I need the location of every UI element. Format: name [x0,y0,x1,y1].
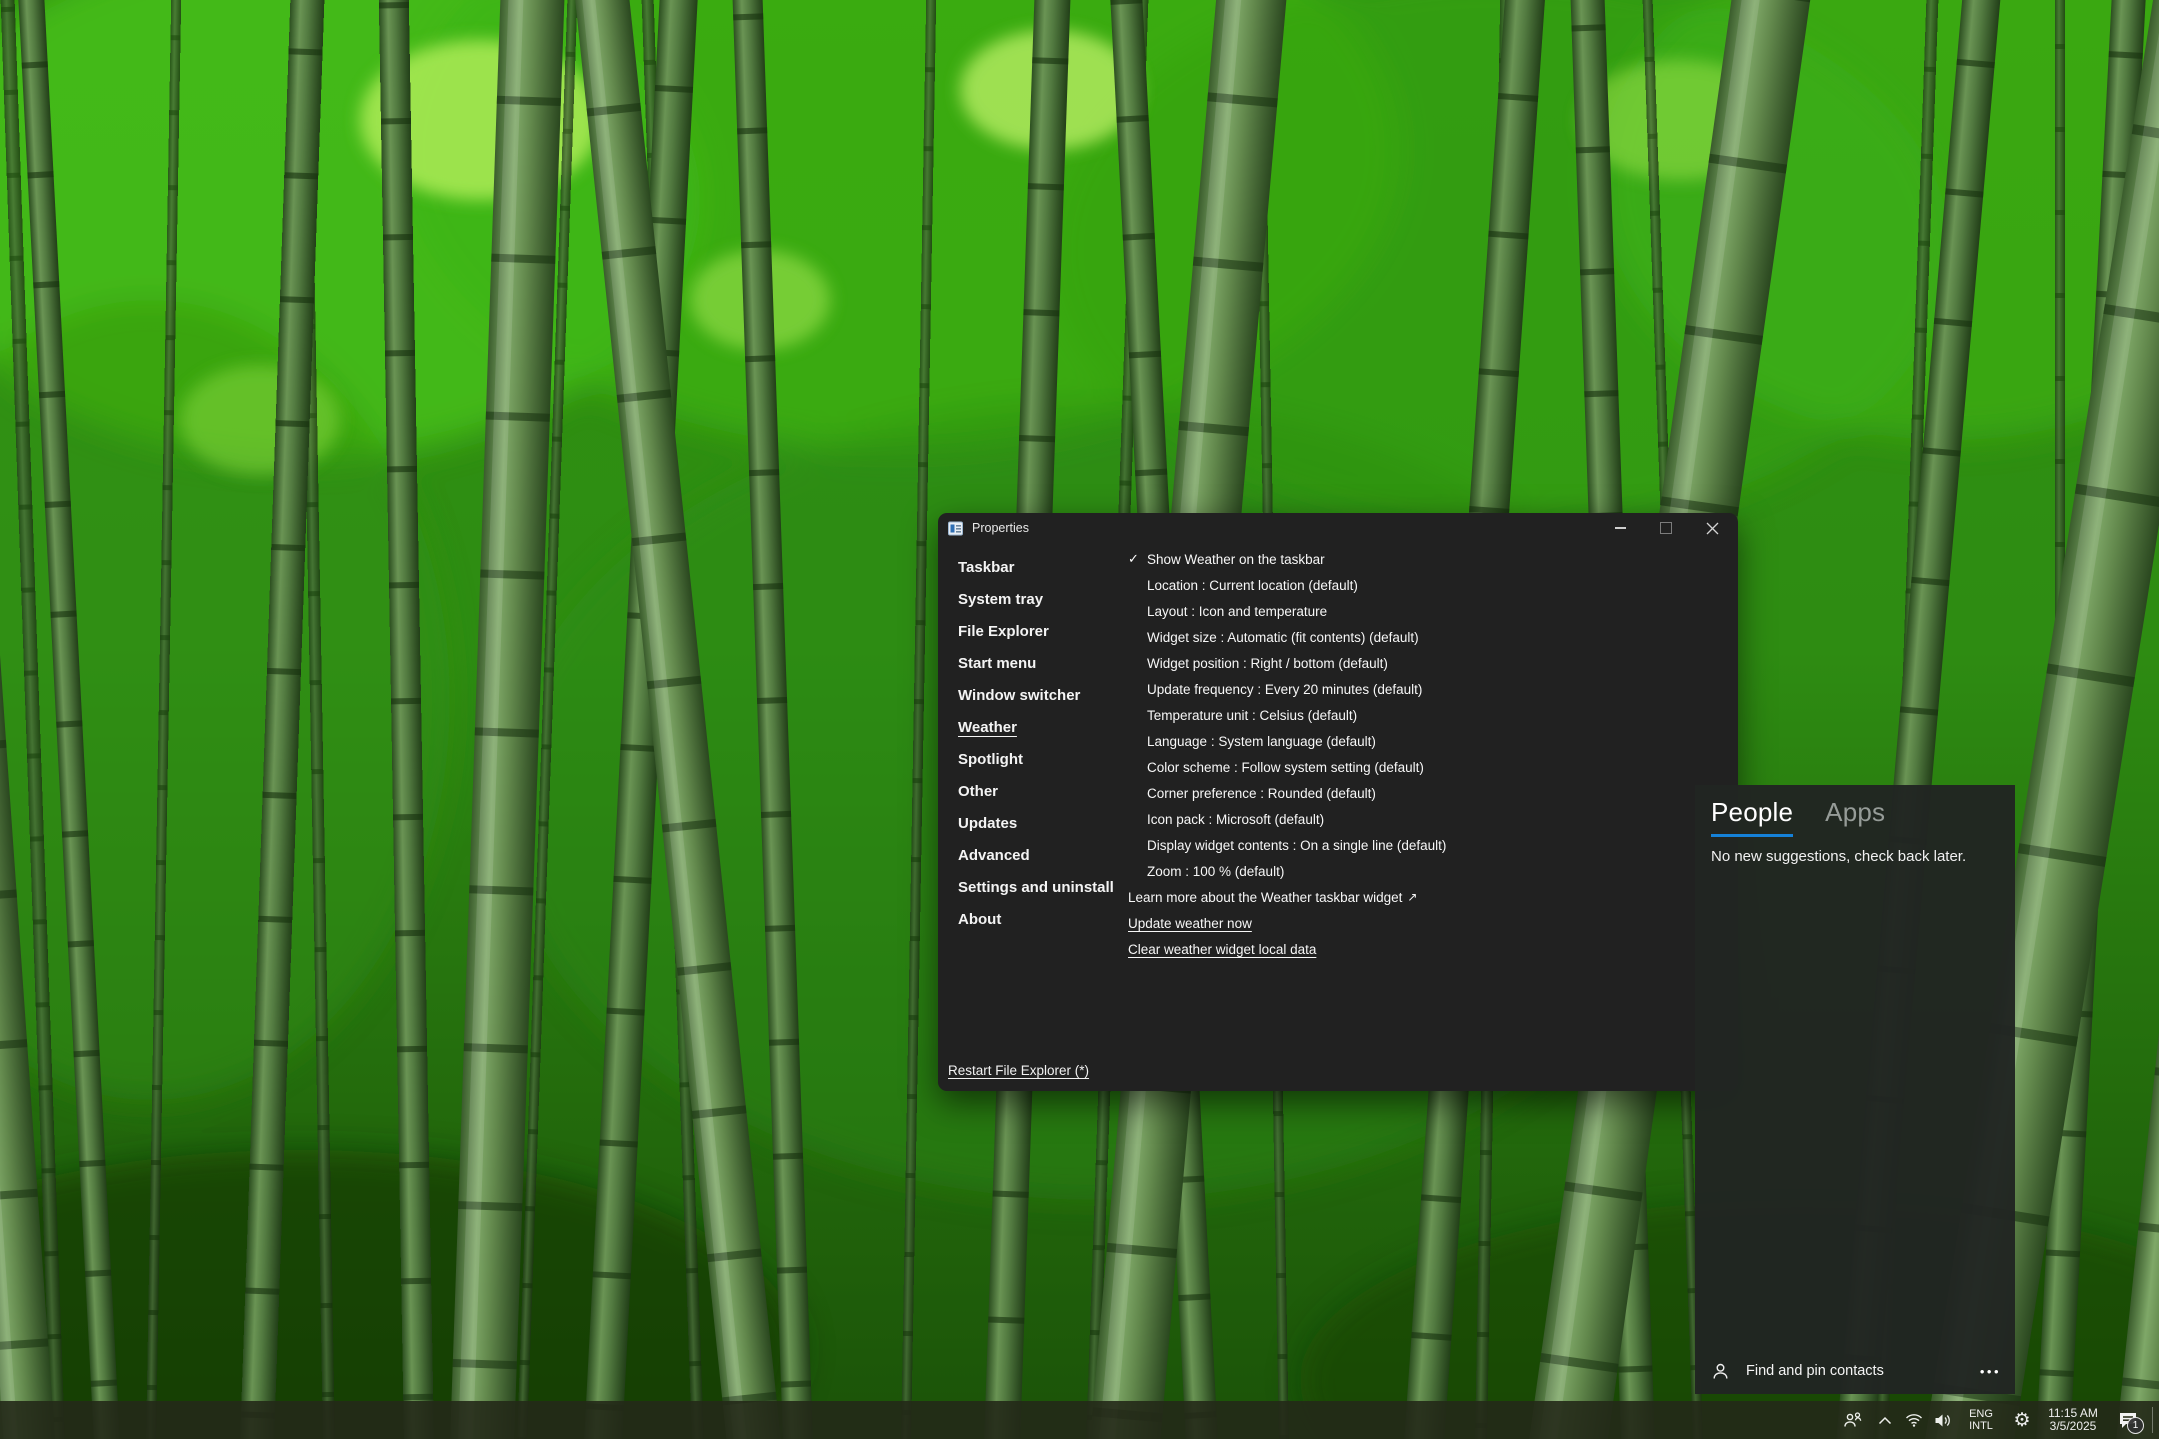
maximize-icon [1660,522,1672,534]
app-icon [948,521,963,536]
setting-layout[interactable]: Layout : Icon and temperature [1128,598,1718,624]
system-tray: ENG INTL ⚙ 11:15 AM 3/5/2025 1 [1836,1401,2159,1439]
taskbar[interactable]: ENG INTL ⚙ 11:15 AM 3/5/2025 1 [0,1401,2159,1439]
setting-update-frequency[interactable]: Update frequency : Every 20 minutes (def… [1128,676,1718,702]
check-icon: ✓ [1128,546,1139,572]
person-icon [1711,1362,1730,1381]
properties-window: Properties Taskbar System tray File Expl… [938,513,1738,1091]
people-bar-icon [1842,1411,1864,1429]
restart-file-explorer-link[interactable]: Restart File Explorer (*) [948,1063,1089,1078]
clock-date: 3/5/2025 [2050,1420,2097,1433]
close-icon [1706,522,1719,535]
close-button[interactable] [1689,513,1735,543]
tab-people[interactable]: People [1711,797,1793,837]
weather-settings-panel: ✓ Show Weather on the taskbar Location :… [1128,546,1718,962]
action-center-button[interactable]: 1 [2106,1401,2150,1439]
setting-icon-pack[interactable]: Icon pack : Microsoft (default) [1128,806,1718,832]
network-button[interactable] [1900,1401,1928,1439]
gear-icon: ⚙ [2013,1409,2030,1432]
notification-badge: 1 [2127,1417,2144,1434]
find-and-pin-contacts[interactable]: Find and pin contacts ••• [1695,1348,2015,1394]
minimize-button[interactable] [1597,513,1643,543]
chevron-up-icon [1878,1416,1892,1425]
setting-corner-preference[interactable]: Corner preference : Rounded (default) [1128,780,1718,806]
more-options-icon[interactable]: ••• [1980,1364,2001,1379]
window-title: Properties [972,521,1029,535]
wifi-icon [1905,1413,1923,1427]
setting-temperature-unit[interactable]: Temperature unit : Celsius (default) [1128,702,1718,728]
external-link-icon: ↗ [1407,890,1417,904]
maximize-button[interactable] [1643,513,1689,543]
minimize-icon [1615,527,1626,529]
volume-button[interactable] [1928,1401,1958,1439]
people-empty-message: No new suggestions, check back later. [1711,848,1966,865]
people-flyout: People Apps No new suggestions, check ba… [1695,785,2015,1394]
setting-location[interactable]: Location : Current location (default) [1128,572,1718,598]
setting-widget-size[interactable]: Widget size : Automatic (fit contents) (… [1128,624,1718,650]
tab-apps[interactable]: Apps [1825,797,1885,837]
show-desktop-button[interactable] [2152,1407,2159,1433]
setting-widget-position[interactable]: Widget position : Right / bottom (defaul… [1128,650,1718,676]
setting-language[interactable]: Language : System language (default) [1128,728,1718,754]
setting-display-widget-contents[interactable]: Display widget contents : On a single li… [1128,832,1718,858]
clear-weather-data-link[interactable]: Clear weather widget local data [1128,936,1718,962]
learn-more-link[interactable]: Learn more about the Weather taskbar wid… [1128,884,1718,910]
ime-settings-button[interactable]: ⚙ [2004,1401,2040,1439]
people-tabs: People Apps [1711,797,1885,837]
setting-zoom[interactable]: Zoom : 100 % (default) [1128,858,1718,884]
setting-color-scheme[interactable]: Color scheme : Follow system setting (de… [1128,754,1718,780]
clock[interactable]: 11:15 AM 3/5/2025 [2040,1401,2106,1439]
speaker-icon [1934,1413,1952,1428]
desktop: Properties Taskbar System tray File Expl… [0,0,2159,1439]
setting-show-weather-toggle[interactable]: ✓ Show Weather on the taskbar [1128,546,1718,572]
people-taskbar-button[interactable] [1836,1401,1870,1439]
language-indicator[interactable]: ENG INTL [1958,1401,2004,1439]
show-hidden-icons-button[interactable] [1870,1401,1900,1439]
update-weather-now-link[interactable]: Update weather now [1128,910,1718,936]
titlebar[interactable]: Properties [938,513,1738,543]
